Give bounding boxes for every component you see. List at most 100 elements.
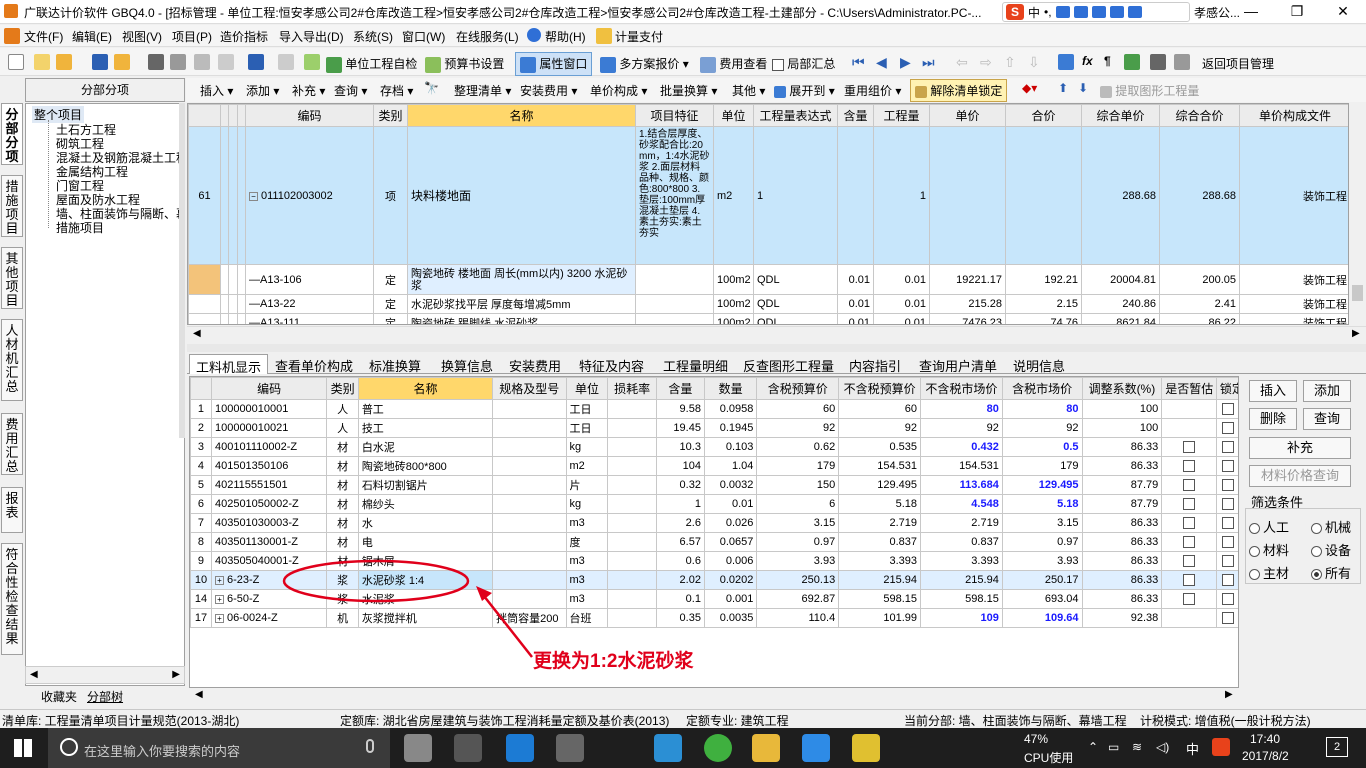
resource-qty[interactable]: 0.0202 xyxy=(703,570,758,590)
resource-name[interactable]: 白水泥 xyxy=(357,437,494,457)
resource-coef[interactable]: 86.33 xyxy=(1081,570,1163,590)
quota-name[interactable]: 水泥砂浆找平层 厚度每增减5mm xyxy=(407,294,636,314)
multi-plan-button[interactable]: 多方案报价 ▾ xyxy=(600,55,689,73)
resource-code[interactable]: 401501350106 xyxy=(210,456,328,476)
volume-icon[interactable]: ◁) xyxy=(1156,740,1169,754)
organize-dropdown[interactable]: 整理清单 ▾ xyxy=(454,82,511,99)
bill-name[interactable]: 块料楼地面 xyxy=(407,126,636,265)
resource-lock[interactable] xyxy=(1215,513,1238,533)
list-icon[interactable] xyxy=(1174,54,1190,70)
cube-icon[interactable] xyxy=(1124,54,1140,70)
delete-button[interactable]: 删除 xyxy=(1249,408,1297,430)
other-dropdown[interactable]: 其他 ▾ xyxy=(732,82,765,99)
quota-price[interactable]: 19221.17 xyxy=(929,264,1006,295)
col-res-qty[interactable]: 数量 xyxy=(703,377,758,400)
resource-est[interactable] xyxy=(1161,513,1217,533)
resource-est[interactable] xyxy=(1161,589,1217,609)
task-view-icon[interactable] xyxy=(404,734,432,762)
lock-checkbox[interactable] xyxy=(1221,479,1234,492)
resource-tax-budget[interactable]: 110.4 xyxy=(756,608,840,628)
lock-checkbox[interactable] xyxy=(1221,555,1234,568)
quota-file[interactable]: 装饰工程 xyxy=(1239,313,1348,324)
move-down-icon[interactable]: ⬇ xyxy=(1078,81,1088,95)
resource-loss[interactable] xyxy=(607,456,657,476)
resource-unit[interactable]: 工日 xyxy=(565,418,609,438)
sogou-tray-icon[interactable] xyxy=(1212,738,1230,756)
resource-lock[interactable] xyxy=(1215,570,1238,590)
col-res-notax-market[interactable]: 不含税市场价 xyxy=(920,377,1003,400)
clock-time[interactable]: 17:40 xyxy=(1250,732,1280,746)
glodon-icon[interactable] xyxy=(654,734,682,762)
resource-content[interactable]: 9.58 xyxy=(655,399,705,419)
quota-content[interactable]: 0.01 xyxy=(837,264,874,295)
resource-lock[interactable] xyxy=(1215,589,1238,609)
material-price-query-button[interactable]: 材料价格查询 xyxy=(1249,465,1351,487)
resource-est[interactable] xyxy=(1161,532,1217,552)
menu-import-export[interactable]: 导入导出(D) xyxy=(279,28,344,45)
resource-code[interactable]: 402501050002-Z xyxy=(210,494,328,514)
radio-main-material[interactable] xyxy=(1249,569,1260,581)
col-res-lock[interactable]: 锁定 xyxy=(1215,377,1238,400)
quota-expr[interactable]: QDL xyxy=(753,264,838,295)
quota-comp-total[interactable]: 200.05 xyxy=(1159,264,1240,295)
quota-row[interactable]: —A13-22 定 水泥砂浆找平层 厚度每增减5mm 100m2 QDL 0.0… xyxy=(188,294,1348,314)
edge-icon[interactable] xyxy=(506,734,534,762)
resource-loss[interactable] xyxy=(607,570,657,590)
query-dropdown[interactable]: 查询 ▾ xyxy=(334,82,367,99)
store-icon[interactable] xyxy=(556,734,584,762)
bill-content[interactable] xyxy=(837,126,874,265)
resource-content[interactable]: 0.35 xyxy=(655,608,705,628)
lock-checkbox[interactable] xyxy=(1221,403,1234,416)
resource-tax-market[interactable]: 250.17 xyxy=(1001,570,1083,590)
tree-hscroll[interactable]: ◀ ▶ xyxy=(25,666,185,684)
resource-spec[interactable] xyxy=(492,532,567,552)
resource-row[interactable]: 8 403501130001-Z 材电度 6.57 0.0657 0.97 0.837 0.8… xyxy=(190,532,1238,552)
install-fee-dropdown[interactable]: 安装费用 ▾ xyxy=(520,82,577,99)
tab-part-tree[interactable]: 分部树 xyxy=(87,688,123,705)
resource-row[interactable]: 6 402501050002-Z 材棉纱头 kg 1 0.01 6 5.18 4.548 5.18… xyxy=(190,494,1238,514)
help-app-icon[interactable] xyxy=(852,734,880,762)
col-res-loss[interactable]: 损耗率 xyxy=(607,377,657,400)
minimize-button[interactable]: — xyxy=(1228,0,1274,24)
menu-help[interactable]: 帮助(H) xyxy=(545,28,586,45)
quota-comp-total[interactable]: 86.22 xyxy=(1159,313,1240,324)
resource-loss[interactable] xyxy=(607,589,657,609)
resource-qty[interactable]: 0.0958 xyxy=(703,399,758,419)
binoculars-icon[interactable]: 🔭 xyxy=(424,81,439,95)
tab-compliance-check[interactable]: 符合性检查结果 xyxy=(1,543,23,655)
resource-est[interactable] xyxy=(1161,570,1217,590)
quota-comp-price[interactable]: 8621.84 xyxy=(1081,313,1160,324)
return-pm-button[interactable]: 返回项目管理 xyxy=(1202,55,1274,72)
resource-tax-market[interactable]: 179 xyxy=(1001,456,1083,476)
quota-type[interactable]: 定 xyxy=(373,294,408,314)
filter-all[interactable]: 所有 xyxy=(1311,563,1351,582)
shirt-icon[interactable] xyxy=(1109,6,1124,18)
panel-splitter[interactable] xyxy=(179,103,185,438)
query-button[interactable]: 查询 xyxy=(1303,408,1351,430)
resource-lock[interactable] xyxy=(1215,551,1238,571)
browser-icon[interactable] xyxy=(704,734,732,762)
insert-button[interactable]: 插入 xyxy=(1249,380,1297,402)
bill-code-cell[interactable]: −011102003002 xyxy=(245,126,374,265)
tab-convert-info[interactable]: 换算信息 xyxy=(435,354,499,374)
arrow-right-icon[interactable]: ⇨ xyxy=(980,54,992,71)
quota-comp-price[interactable]: 20004.81 xyxy=(1081,264,1160,295)
resource-notax-market[interactable]: 154.531 xyxy=(920,456,1003,476)
grid1-vscroll[interactable] xyxy=(1349,103,1366,325)
menu-system[interactable]: 系统(S) xyxy=(353,28,393,45)
resource-tax-budget[interactable]: 692.87 xyxy=(756,589,840,609)
resource-type[interactable]: 材 xyxy=(326,456,359,476)
resource-coef[interactable]: 92.38 xyxy=(1081,608,1163,628)
resource-qty[interactable]: 0.0035 xyxy=(703,608,758,628)
estimate-checkbox[interactable] xyxy=(1183,498,1196,511)
col-price[interactable]: 单价 xyxy=(929,104,1006,127)
tab-other-items[interactable]: 其他项目 xyxy=(1,247,23,309)
bill-item-row[interactable]: 61 −011102003002 项 块料楼地面 1.结合层厚度、砂浆配合比:2… xyxy=(188,126,1348,265)
resource-notax-market[interactable]: 113.684 xyxy=(920,475,1003,495)
resource-type[interactable]: 人 xyxy=(326,418,359,438)
resource-code[interactable]: 402115551501 xyxy=(210,475,328,495)
scroll-left-icon[interactable]: ◀ xyxy=(195,689,203,700)
last-record-icon[interactable]: ⏭ xyxy=(922,54,935,71)
save-all-icon[interactable] xyxy=(114,54,130,70)
resource-tax-budget[interactable]: 179 xyxy=(756,456,840,476)
